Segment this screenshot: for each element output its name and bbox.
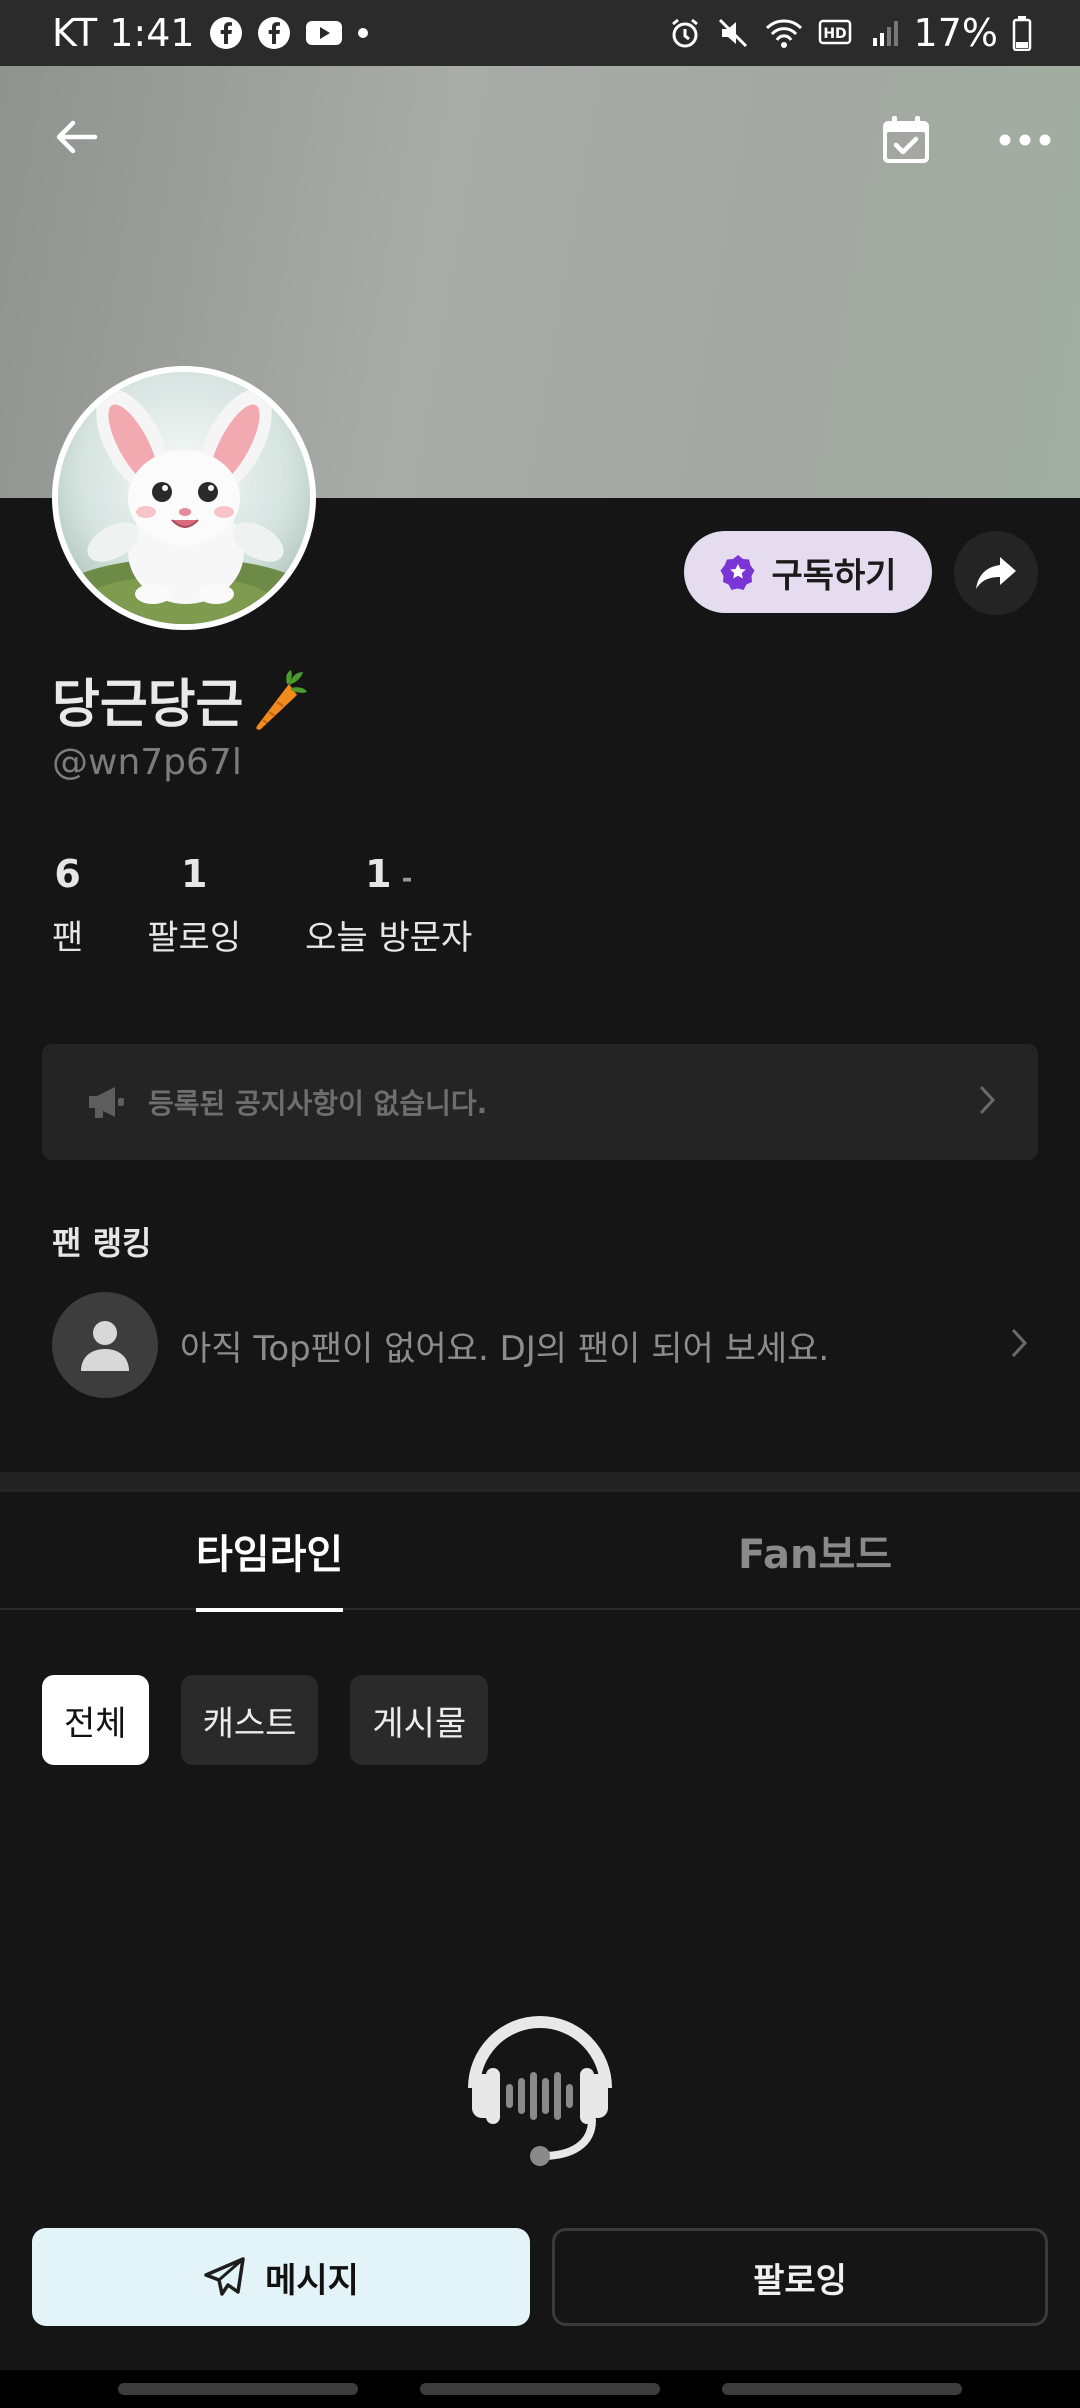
more-dots-icon (999, 134, 1051, 146)
section-divider (0, 1472, 1080, 1492)
calendar-button[interactable] (870, 104, 942, 176)
stat-value: 1 (180, 852, 208, 896)
notice-text: 등록된 공지사항이 없습니다. (148, 1087, 488, 1120)
carrier-time: KT 1:41 (52, 11, 195, 55)
carrot-icon (256, 669, 308, 730)
system-navigation-bar (0, 2370, 1080, 2408)
filter-chips: 전체 캐스트 게시물 (42, 1675, 489, 1765)
share-arrow-icon (976, 557, 1016, 589)
message-button[interactable]: 메시지 (32, 2228, 530, 2326)
tab-fanboard[interactable]: Fan보드 (738, 1492, 892, 1610)
filter-chip-cast[interactable]: 캐스트 (180, 1675, 319, 1765)
bottom-action-bar: 메시지 팔로잉 (32, 2228, 1048, 2326)
calendar-check-icon (883, 116, 929, 163)
stat-value: 1 (365, 852, 392, 896)
facebook-icon (257, 16, 291, 50)
stat-label: 팬 (52, 918, 84, 958)
facebook-icon (209, 16, 243, 50)
share-button[interactable] (954, 531, 1038, 615)
stat-following[interactable]: 1 팔로잉 (147, 852, 241, 959)
chevron-right-icon (1010, 1327, 1028, 1363)
notice-banner[interactable]: 등록된 공지사항이 없습니다. (42, 1044, 1038, 1160)
profile-name: 당근당근 (52, 662, 309, 737)
battery-percent: 17% (913, 11, 998, 55)
stat-today-visitors: 1- 오늘 방문자 (305, 852, 472, 959)
subscribe-badge-icon (720, 555, 755, 590)
profile-page: KT 1:41 HD 17% 구독하기 당근당근 @wn7p67l 6 팬 1 … (0, 0, 1080, 2408)
more-options-button[interactable] (990, 112, 1060, 168)
stat-value: 6 (54, 852, 81, 896)
profile-tabs: 타임라인 Fan보드 (0, 1492, 1080, 1612)
signal-icon (870, 18, 900, 48)
profile-name-text: 당근당근 (52, 675, 244, 735)
wifi-icon (764, 16, 804, 50)
back-button[interactable] (40, 100, 114, 174)
alarm-icon (668, 16, 702, 50)
filter-chip-all[interactable]: 전체 (42, 1675, 149, 1765)
filter-chip-posts[interactable]: 게시물 (350, 1675, 489, 1765)
stat-label: 팔로잉 (147, 918, 242, 958)
hd-icon: HD (818, 18, 856, 48)
dot-icon (357, 27, 369, 39)
following-label: 팔로잉 (753, 2260, 847, 2301)
mute-icon (716, 16, 750, 50)
fan-avatar-placeholder (52, 1292, 158, 1398)
stat-fans[interactable]: 6 팬 (52, 852, 83, 959)
svg-text:HD: HD (823, 26, 846, 42)
fan-ranking-row[interactable]: 아직 Top팬이 없어요. DJ의 팬이 되어 보세요. (52, 1292, 1038, 1398)
chevron-right-icon (978, 1084, 996, 1120)
following-button[interactable]: 팔로잉 (552, 2228, 1048, 2326)
tab-timeline[interactable]: 타임라인 (196, 1492, 344, 1612)
nav-home[interactable] (420, 2383, 660, 2395)
battery-icon (1012, 15, 1032, 51)
message-label: 메시지 (265, 2260, 359, 2301)
profile-avatar[interactable] (52, 366, 316, 630)
back-arrow-icon (56, 120, 98, 154)
youtube-icon (305, 18, 343, 48)
nav-recent-apps[interactable] (118, 2383, 358, 2395)
nav-back[interactable] (722, 2383, 962, 2395)
subscribe-button[interactable]: 구독하기 (684, 531, 932, 613)
stat-value-row: 1- (365, 852, 412, 902)
paper-plane-icon (204, 2257, 245, 2296)
stat-change-dash: - (401, 864, 413, 894)
megaphone-icon (89, 1087, 124, 1118)
bunny-avatar-image (58, 372, 310, 624)
stat-label: 오늘 방문자 (305, 918, 473, 958)
status-bar: KT 1:41 HD 17% (0, 0, 1080, 66)
fan-ranking-title: 팬 랭킹 (52, 1224, 152, 1262)
headset-icon (452, 2008, 628, 2172)
profile-handle: @wn7p67l (52, 742, 242, 783)
fan-ranking-empty-text: 아직 Top팬이 없어요. DJ의 팬이 되어 보세요. (180, 1328, 830, 1369)
subscribe-label: 구독하기 (771, 555, 897, 596)
person-icon (81, 1321, 129, 1371)
profile-stats: 6 팬 1 팔로잉 1- 오늘 방문자 (52, 852, 536, 959)
